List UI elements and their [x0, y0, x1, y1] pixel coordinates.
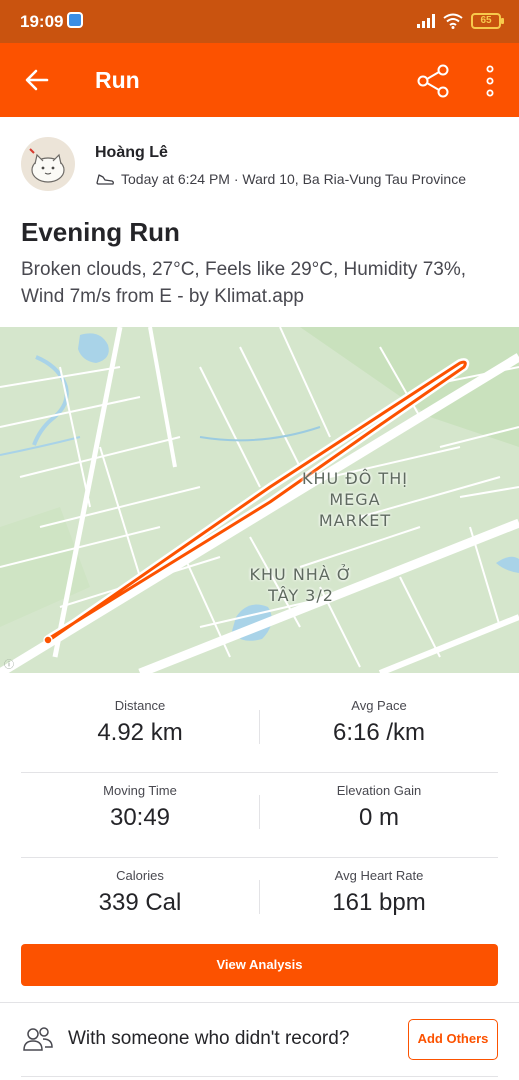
- stat-distance: Distance 4.92 km: [21, 698, 259, 747]
- stat-calories: Calories 339 Cal: [21, 868, 259, 917]
- stat-value: 161 bpm: [332, 889, 426, 916]
- battery-icon: 65: [471, 13, 504, 29]
- status-indicators: 65: [417, 12, 504, 30]
- activity-header: Hoàng Lê Today at 6:24 PM · Ward 10, Ba …: [0, 117, 519, 327]
- avatar[interactable]: [21, 137, 75, 191]
- activity-meta: Today at 6:24 PM · Ward 10, Ba Ria-Vung …: [95, 171, 466, 187]
- share-icon[interactable]: [415, 63, 451, 99]
- section-divider: [0, 1002, 519, 1003]
- stat-avg-pace: Avg Pace 6:16 /km: [260, 698, 498, 747]
- stat-label: Calories: [116, 868, 164, 883]
- view-analysis-button[interactable]: View Analysis: [21, 944, 498, 986]
- more-options-icon[interactable]: [478, 63, 502, 99]
- shoe-icon: [96, 174, 114, 185]
- stat-value: 30:49: [109, 804, 171, 831]
- athlete-name[interactable]: Hoàng Lê: [95, 144, 168, 162]
- app-bar: Run: [0, 43, 519, 117]
- route-start-marker: [43, 635, 53, 645]
- status-bar: 19:09 65: [0, 0, 519, 43]
- others-prompt: With someone who didn't record?: [68, 1028, 350, 1049]
- activity-description: Broken clouds, 27°C, Feels like 29°C, Hu…: [21, 259, 466, 307]
- map-canvas: [0, 327, 519, 673]
- activity-title: Evening Run: [21, 217, 180, 247]
- map-label-tay-3-2: KHU NHÀ Ở TÂY 3/2: [249, 565, 353, 605]
- stat-moving-time: Moving Time 30:49: [21, 783, 259, 832]
- people-icon: [23, 1027, 53, 1051]
- stat-value: 339 Cal: [98, 889, 182, 916]
- stat-avg-heart-rate: Avg Heart Rate 161 bpm: [260, 868, 498, 917]
- stat-value: 0 m: [358, 804, 399, 831]
- signal-icon: [417, 14, 435, 28]
- map-label-mega-market: KHU ĐÔ THỊ MEGA MARKET: [302, 469, 408, 530]
- stat-label: Avg Pace: [351, 698, 407, 713]
- activity-meta-text: Today at 6:24 PM · Ward 10, Ba Ria-Vung …: [121, 171, 466, 187]
- cat-avatar-icon: [29, 148, 65, 183]
- notification-app-icon: [67, 12, 83, 28]
- stat-label: Elevation Gain: [336, 783, 422, 798]
- status-time: 19:09: [20, 12, 64, 31]
- bottom-divider: [21, 1076, 498, 1077]
- add-others-button[interactable]: Add Others: [408, 1019, 498, 1060]
- stats-row: Distance 4.92 km Avg Pace 6:16 /km: [21, 688, 498, 773]
- map-attribution-icon[interactable]: ⓘ: [4, 656, 14, 671]
- page-title: Run: [95, 67, 140, 93]
- stat-label: Distance: [114, 698, 166, 713]
- stat-value: 6:16 /km: [332, 719, 426, 746]
- stat-label: Avg Heart Rate: [334, 868, 424, 883]
- stats-row: Moving Time 30:49 Elevation Gain 0 m: [21, 773, 498, 858]
- route-map[interactable]: KHU ĐÔ THỊ MEGA MARKET KHU NHÀ Ở TÂY 3/2…: [0, 327, 519, 673]
- stats-row: Calories 339 Cal Avg Heart Rate 161 bpm: [21, 858, 498, 943]
- back-arrow-icon[interactable]: [22, 65, 52, 95]
- wifi-icon: [443, 13, 463, 29]
- stats-grid: Distance 4.92 km Avg Pace 6:16 /km Movin…: [21, 688, 498, 943]
- stat-elevation-gain: Elevation Gain 0 m: [260, 783, 498, 832]
- stat-value: 4.92 km: [97, 719, 183, 746]
- stat-label: Moving Time: [103, 783, 177, 798]
